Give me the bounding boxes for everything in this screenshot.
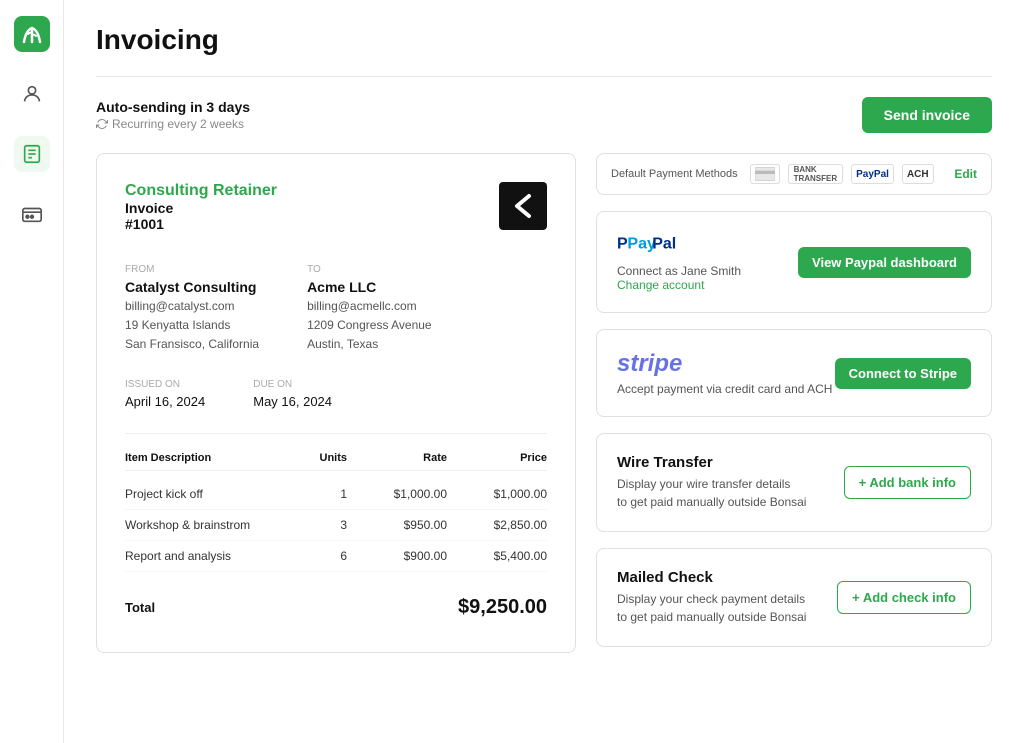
wire-info: Wire Transfer Display your wire transfer…: [617, 454, 806, 511]
right-panel: Default Payment Methods BANKTRANSFER Pay…: [596, 153, 992, 653]
main-content: Invoicing Auto-sending in 3 days Recurri…: [64, 0, 1024, 743]
invoice-title-block: Consulting Retainer Invoice #1001: [125, 182, 277, 232]
due-date-block: Due on May 16, 2024: [253, 379, 332, 409]
wire-transfer-card: Wire Transfer Display your wire transfer…: [596, 433, 992, 532]
paypal-bar-icon: PayPal: [851, 164, 894, 184]
header-divider: [96, 76, 992, 77]
invoice-items: Item Description Units Rate Price Projec…: [125, 433, 547, 572]
from-details: billing@catalyst.com 19 Kenyatta Islands…: [125, 297, 259, 355]
item-description: Workshop & brainstrom: [125, 518, 267, 532]
to-details: billing@acmellc.com 1209 Congress Avenue…: [307, 297, 432, 355]
items-header: Item Description Units Rate Price: [125, 446, 547, 471]
check-sub: Display your check payment details to ge…: [617, 590, 806, 626]
connect-stripe-button[interactable]: Connect to Stripe: [835, 358, 971, 389]
invoice-total: Total $9,250.00: [125, 584, 547, 619]
item-rate: $900.00: [347, 549, 447, 563]
item-units: 1: [267, 487, 347, 501]
total-amount: $9,250.00: [458, 596, 547, 619]
page-title: Invoicing: [96, 24, 992, 56]
item-units: 3: [267, 518, 347, 532]
payment-methods-bar: Default Payment Methods BANKTRANSFER Pay…: [596, 153, 992, 195]
auto-sending-title: Auto-sending in 3 days: [96, 99, 250, 115]
invoice-parties: From Catalyst Consulting billing@catalys…: [125, 264, 547, 355]
to-label: To: [307, 264, 432, 275]
stripe-logo: stripe: [617, 350, 832, 378]
due-label: Due on: [253, 379, 332, 390]
item-rate: $950.00: [347, 518, 447, 532]
svg-text:Pal: Pal: [652, 236, 676, 253]
recurring-icon: [96, 118, 108, 130]
item-description: Report and analysis: [125, 549, 267, 563]
bank-transfer-icon: BANKTRANSFER: [788, 164, 844, 184]
mailed-check-card: Mailed Check Display your check payment …: [596, 548, 992, 647]
item-price: $1,000.00: [447, 487, 547, 501]
issued-date-block: Issued on April 16, 2024: [125, 379, 205, 409]
ach-icon: ACH: [902, 164, 934, 184]
from-label: From: [125, 264, 259, 275]
send-invoice-button[interactable]: Send invoice: [862, 97, 992, 133]
paypal-card: P Pay Pal Connect as Jane Smith Change a…: [596, 211, 992, 313]
wire-title: Wire Transfer: [617, 454, 806, 471]
app-logo: [14, 16, 50, 52]
to-name: Acme LLC: [307, 279, 432, 295]
check-title: Mailed Check: [617, 569, 806, 586]
paypal-logo: P Pay Pal: [617, 232, 741, 260]
content-area: Consulting Retainer Invoice #1001 From C…: [96, 153, 992, 653]
issued-label: Issued on: [125, 379, 205, 390]
col-units: Units: [267, 452, 347, 464]
edit-payment-methods[interactable]: Edit: [954, 167, 977, 181]
paypal-info: P Pay Pal Connect as Jane Smith Change a…: [617, 232, 741, 292]
invoice-company-logo: [499, 182, 547, 230]
invoice-type: Consulting Retainer: [125, 182, 277, 200]
due-date: May 16, 2024: [253, 394, 332, 409]
invoice-number: #1001: [125, 216, 277, 232]
sidebar-item-payments[interactable]: [14, 196, 50, 232]
sidebar-item-contacts[interactable]: [14, 76, 50, 112]
invoice-panel: Consulting Retainer Invoice #1001 From C…: [96, 153, 576, 653]
table-row: Report and analysis 6 $900.00 $5,400.00: [125, 541, 547, 572]
to-block: To Acme LLC billing@acmellc.com 1209 Con…: [307, 264, 432, 355]
view-paypal-dashboard-button[interactable]: View Paypal dashboard: [798, 247, 971, 278]
invoice-dates: Issued on April 16, 2024 Due on May 16, …: [125, 379, 547, 409]
sidebar-item-invoicing[interactable]: [14, 136, 50, 172]
stripe-sub: Accept payment via credit card and ACH: [617, 382, 832, 396]
paypal-change-account[interactable]: Change account: [617, 278, 741, 292]
add-check-info-button[interactable]: + Add check info: [837, 581, 971, 614]
col-description: Item Description: [125, 452, 267, 464]
top-bar: Auto-sending in 3 days Recurring every 2…: [96, 97, 992, 133]
card-icon: [750, 164, 780, 184]
item-units: 6: [267, 549, 347, 563]
auto-sending-sub: Recurring every 2 weeks: [96, 117, 250, 131]
check-info: Mailed Check Display your check payment …: [617, 569, 806, 626]
table-row: Project kick off 1 $1,000.00 $1,000.00: [125, 479, 547, 510]
add-bank-info-button[interactable]: + Add bank info: [844, 466, 971, 499]
table-row: Workshop & brainstrom 3 $950.00 $2,850.0…: [125, 510, 547, 541]
item-price: $5,400.00: [447, 549, 547, 563]
invoice-header: Consulting Retainer Invoice #1001: [125, 182, 547, 232]
stripe-card: stripe Accept payment via credit card an…: [596, 329, 992, 417]
item-rate: $1,000.00: [347, 487, 447, 501]
pm-bar-label: Default Payment Methods: [611, 168, 738, 180]
issued-date: April 16, 2024: [125, 394, 205, 409]
col-rate: Rate: [347, 452, 447, 464]
paypal-connected-as: Connect as Jane Smith: [617, 264, 741, 278]
item-price: $2,850.00: [447, 518, 547, 532]
from-block: From Catalyst Consulting billing@catalys…: [125, 264, 259, 355]
from-name: Catalyst Consulting: [125, 279, 259, 295]
col-price: Price: [447, 452, 547, 464]
stripe-info: stripe Accept payment via credit card an…: [617, 350, 832, 396]
sidebar: [0, 0, 64, 743]
svg-text:P: P: [617, 236, 628, 253]
item-description: Project kick off: [125, 487, 267, 501]
total-label: Total: [125, 600, 155, 615]
invoice-label: Invoice: [125, 200, 277, 216]
wire-sub: Display your wire transfer details to ge…: [617, 475, 806, 511]
auto-sending-info: Auto-sending in 3 days Recurring every 2…: [96, 99, 250, 131]
